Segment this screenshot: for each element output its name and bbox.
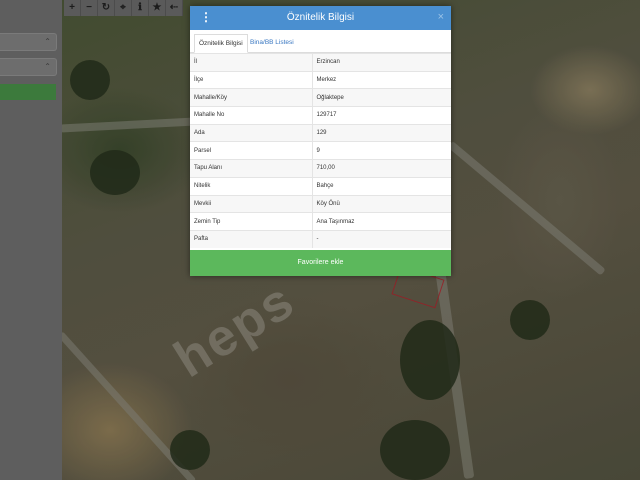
info-icon[interactable]: ℹ [132,0,149,16]
left-sidebar: ⌃ ⌃ [0,0,62,480]
row-value: Ana Taşınmaz [312,212,451,231]
attribute-dialog: ⋮ Öznitelik Bilgisi × Öznitelik Bilgisi … [190,6,451,276]
row-value: 129 [312,123,451,142]
row-label: Pafta [190,229,313,249]
row-label: Mahalle/Köy [190,88,313,107]
row-label: Ada [190,123,313,142]
zoom-out-icon[interactable]: − [81,0,98,16]
row-value: Bahçe [312,176,451,195]
row-value: Merkez [312,70,451,89]
row-value: 710,00 [312,159,451,178]
row-label: Parsel [190,141,313,160]
row-value: - [312,229,451,249]
add-to-favorites-button[interactable]: Favorilere ekle [190,250,451,276]
favorite-icon[interactable]: ★ [149,0,166,16]
dialog-tabs: Öznitelik Bilgisi Bina/BB Listesi [190,30,451,53]
row-label: Tapu Alanı [190,159,313,178]
dialog-header: ⋮ Öznitelik Bilgisi × [190,6,451,30]
row-value: 9 [312,141,451,160]
row-value: Köy Önü [312,194,451,213]
locate-icon[interactable]: ⌖ [115,0,132,16]
row-label: İlçe [190,70,313,89]
table-row: Ada 129 [190,123,451,142]
refresh-icon[interactable]: ↻ [98,0,115,16]
chevron-icon: ⌃ [44,62,51,71]
table-row: Mevkii Köy Önü [190,194,451,213]
sidebar-select-1[interactable]: ⌃ [0,33,57,51]
tab-attribute-info[interactable]: Öznitelik Bilgisi [194,34,248,53]
dialog-title: Öznitelik Bilgisi [286,12,355,23]
row-value: 129717 [312,106,451,125]
table-row: Mahalle/Köy Oğlaktepe [190,88,451,107]
map-toolbar: + − ↻ ⌖ ℹ ★ ⇠ [64,0,183,16]
sidebar-query-button[interactable] [0,84,56,100]
row-label: Zemin Tip [190,212,313,231]
zoom-in-icon[interactable]: + [64,0,81,16]
row-value: Erzincan [312,53,451,72]
row-label: Nitelik [190,176,313,195]
close-icon[interactable]: × [438,11,444,23]
tab-building-list[interactable]: Bina/BB Listesi [246,34,298,51]
table-row: Parsel 9 [190,141,451,160]
table-row: Pafta - [190,229,451,249]
table-row: Nitelik Bahçe [190,176,451,195]
table-row: İl Erzincan [190,53,451,72]
attribute-table: İl Erzincan İlçe Merkez Mahalle/Köy Oğlakte… [190,53,451,249]
table-row: Mahalle No 129717 [190,106,451,125]
row-label: Mevkii [190,194,313,213]
table-row: Zemin Tip Ana Taşınmaz [190,212,451,231]
table-row: Tapu Alanı 710,00 [190,159,451,178]
row-label: Mahalle No [190,106,313,125]
row-label: İl [190,53,313,72]
back-icon[interactable]: ⇠ [166,0,183,16]
sidebar-select-2[interactable]: ⌃ [0,58,57,76]
table-row: İlçe Merkez [190,70,451,89]
row-value: Oğlaktepe [312,88,451,107]
chevron-icon: ⌃ [44,37,51,46]
